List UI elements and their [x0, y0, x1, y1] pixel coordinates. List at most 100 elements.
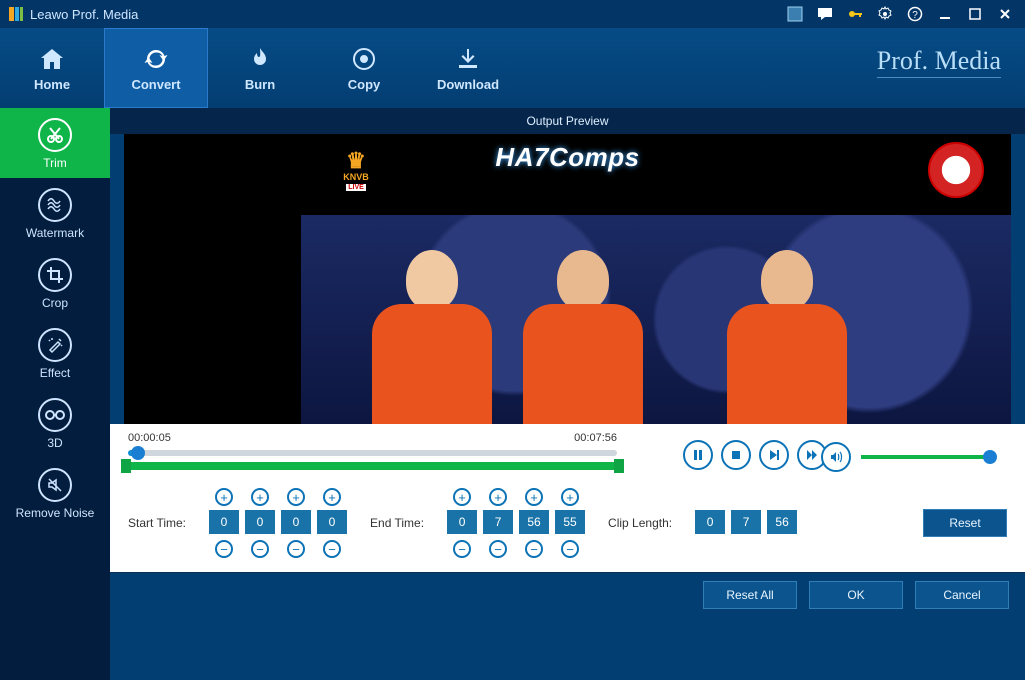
minus-button[interactable]: − [489, 540, 507, 558]
start-time-label: Start Time: [128, 516, 186, 530]
footer: Reset All OK Cancel [110, 572, 1025, 616]
video-preview[interactable]: HA7Comps ♛KNVBLIVE [124, 134, 1011, 424]
cancel-button[interactable]: Cancel [915, 581, 1009, 609]
nav-convert-label: Convert [131, 77, 180, 92]
start-h[interactable]: 0 [209, 510, 239, 534]
sidebar-item-label: Effect [40, 366, 70, 380]
pause-button[interactable] [683, 440, 713, 470]
sidebar-item-label: Trim [43, 156, 67, 170]
start-time-group: ++++ 0000 −−−− [208, 488, 348, 558]
trim-icon [38, 118, 72, 152]
plus-button[interactable]: + [251, 488, 269, 506]
maximize-icon[interactable] [963, 2, 987, 26]
sidebar-item-watermark[interactable]: Watermark [0, 178, 110, 248]
volume-thumb[interactable] [983, 450, 997, 464]
volume-button[interactable] [821, 442, 851, 472]
sidebar-item-3d[interactable]: 3D [0, 388, 110, 458]
start-s[interactable]: 0 [281, 510, 311, 534]
crop-icon [38, 258, 72, 292]
step-forward-button[interactable] [759, 440, 789, 470]
plus-button[interactable]: + [215, 488, 233, 506]
ok-button[interactable]: OK [809, 581, 903, 609]
nav-home-label: Home [34, 77, 70, 92]
app-title: Leawo Prof. Media [30, 7, 138, 22]
home-icon [37, 45, 67, 73]
seek-track[interactable] [128, 450, 617, 456]
plus-button[interactable]: + [323, 488, 341, 506]
seek-thumb[interactable] [131, 446, 145, 460]
sidebar: Trim Watermark Crop Effect 3D Remove Noi… [0, 108, 110, 680]
clip-length-group: 0756 [694, 510, 798, 536]
start-f[interactable]: 0 [317, 510, 347, 534]
activity-icon[interactable] [783, 2, 807, 26]
help-icon[interactable]: ? [903, 2, 927, 26]
convert-icon [141, 45, 171, 73]
remove-noise-icon [38, 468, 72, 502]
sidebar-item-label: Watermark [26, 226, 84, 240]
nav-home[interactable]: Home [0, 28, 104, 108]
nav-burn[interactable]: Burn [208, 28, 312, 108]
topnav: Home Convert Burn Copy Download Prof. Me… [0, 28, 1025, 108]
reset-all-button[interactable]: Reset All [703, 581, 797, 609]
close-icon[interactable] [993, 2, 1017, 26]
plus-button[interactable]: + [489, 488, 507, 506]
nav-convert[interactable]: Convert [104, 28, 208, 108]
plus-button[interactable]: + [287, 488, 305, 506]
current-time: 00:00:05 [128, 432, 171, 444]
main: Output Preview HA7Comps ♛KNVBLIVE 00:00:… [110, 108, 1025, 680]
end-time-group: ++++ 075655 −−−− [446, 488, 586, 558]
sidebar-item-remove-noise[interactable]: Remove Noise [0, 458, 110, 528]
plus-button[interactable]: + [561, 488, 579, 506]
3d-icon [38, 398, 72, 432]
svg-text:?: ? [912, 10, 918, 21]
end-m[interactable]: 7 [483, 510, 513, 534]
clip-h: 0 [695, 510, 725, 534]
timeline: 00:00:05 00:07:56 [128, 434, 1007, 476]
app-logo-icon [8, 6, 24, 22]
trim-range[interactable] [128, 462, 617, 470]
burn-icon [245, 45, 275, 73]
sidebar-item-effect[interactable]: Effect [0, 318, 110, 388]
minus-button[interactable]: − [251, 540, 269, 558]
download-icon [453, 45, 483, 73]
effect-icon [38, 328, 72, 362]
nav-download[interactable]: Download [416, 28, 520, 108]
clip-s: 56 [767, 510, 797, 534]
stop-button[interactable] [721, 440, 751, 470]
nav-copy-label: Copy [348, 77, 381, 92]
end-f[interactable]: 55 [555, 510, 585, 534]
minus-button[interactable]: − [323, 540, 341, 558]
start-m[interactable]: 0 [245, 510, 275, 534]
sidebar-item-trim[interactable]: Trim [0, 108, 110, 178]
sidebar-item-crop[interactable]: Crop [0, 248, 110, 318]
nav-copy[interactable]: Copy [312, 28, 416, 108]
minimize-icon[interactable] [933, 2, 957, 26]
reset-button[interactable]: Reset [923, 509, 1007, 537]
clip-length-label: Clip Length: [608, 516, 672, 530]
feedback-icon[interactable] [813, 2, 837, 26]
badge-fcb [928, 142, 984, 198]
overlay-watermark-text: HA7Comps [495, 142, 639, 173]
sidebar-item-label: 3D [47, 436, 62, 450]
minus-button[interactable]: − [287, 540, 305, 558]
minus-button[interactable]: − [453, 540, 471, 558]
nav-download-label: Download [437, 77, 499, 92]
settings-icon[interactable] [873, 2, 897, 26]
clip-m: 7 [731, 510, 761, 534]
end-h[interactable]: 0 [447, 510, 477, 534]
minus-button[interactable]: − [215, 540, 233, 558]
key-icon[interactable] [843, 2, 867, 26]
badge-knvb: ♛KNVBLIVE [328, 142, 384, 198]
total-time: 00:07:56 [574, 432, 617, 444]
preview-header: Output Preview [110, 108, 1025, 134]
copy-icon [349, 45, 379, 73]
minus-button[interactable]: − [561, 540, 579, 558]
plus-button[interactable]: + [453, 488, 471, 506]
controls-panel: 00:00:05 00:07:56 [110, 424, 1025, 572]
sidebar-item-label: Remove Noise [16, 506, 95, 520]
end-s[interactable]: 56 [519, 510, 549, 534]
minus-button[interactable]: − [525, 540, 543, 558]
end-time-label: End Time: [370, 516, 424, 530]
volume-track[interactable] [861, 455, 991, 459]
plus-button[interactable]: + [525, 488, 543, 506]
